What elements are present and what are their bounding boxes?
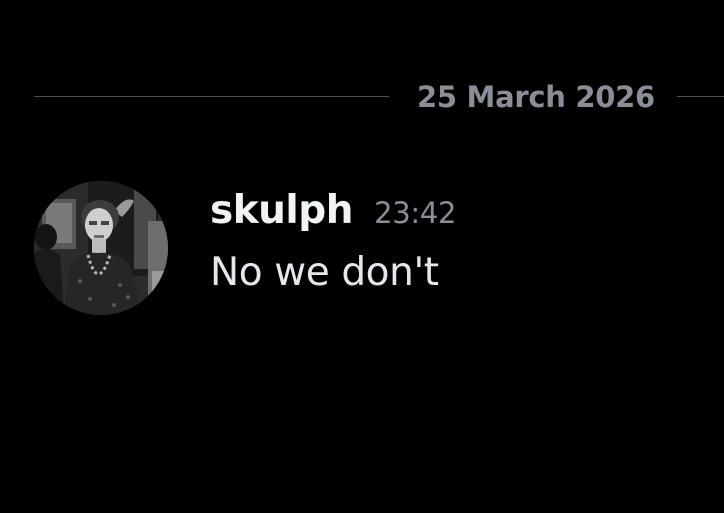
message-header: skulph 23:42 — [210, 188, 456, 240]
message-timestamp[interactable]: 23:42 — [374, 196, 456, 230]
divider-date: 25 March 2026 — [417, 80, 655, 114]
username[interactable]: skulph — [210, 188, 353, 233]
divider-line-left — [34, 96, 389, 97]
date-divider: 25 March 2026 — [34, 76, 724, 118]
divider-line-right — [677, 96, 724, 97]
chat-message: skulph 23:42 No we don't — [34, 180, 714, 320]
user-avatar[interactable] — [34, 181, 168, 315]
avatar-photo-icon — [34, 181, 168, 315]
message-content: No we don't — [210, 250, 439, 295]
